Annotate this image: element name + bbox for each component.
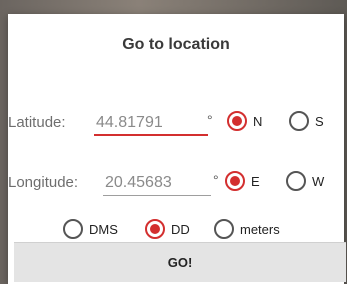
longitude-label: Longitude: xyxy=(8,174,79,191)
latitude-north-label: N xyxy=(253,113,263,129)
radio-checked-icon xyxy=(227,111,247,131)
units-dms-radio[interactable]: DMS xyxy=(63,219,118,239)
longitude-row: Longitude: 20.45683 ° E W xyxy=(8,168,344,198)
radio-unchecked-icon xyxy=(63,219,83,239)
latitude-south-radio[interactable]: S xyxy=(289,111,324,131)
longitude-east-label: E xyxy=(251,173,260,189)
go-to-location-dialog: Go to location Latitude: 44.81791 ° N S … xyxy=(8,14,346,284)
radio-unchecked-icon xyxy=(286,171,306,191)
units-dd-radio[interactable]: DD xyxy=(145,219,190,239)
longitude-input[interactable]: 20.45683 xyxy=(103,170,211,196)
radio-unchecked-icon xyxy=(214,219,234,239)
longitude-west-radio[interactable]: W xyxy=(286,171,324,191)
longitude-degree-symbol: ° xyxy=(213,172,219,188)
units-dms-label: DMS xyxy=(89,221,118,237)
radio-checked-icon xyxy=(225,171,245,191)
go-button[interactable]: GO! xyxy=(14,242,346,282)
latitude-south-label: S xyxy=(315,113,324,129)
units-meters-radio[interactable]: meters xyxy=(214,219,280,239)
longitude-west-label: W xyxy=(312,173,325,189)
latitude-label: Latitude: xyxy=(8,114,66,131)
units-dd-label: DD xyxy=(171,221,190,237)
latitude-input[interactable]: 44.81791 xyxy=(94,110,208,136)
longitude-east-radio[interactable]: E xyxy=(225,171,260,191)
latitude-degree-symbol: ° xyxy=(207,112,213,128)
latitude-row: Latitude: 44.81791 ° N S xyxy=(8,108,344,138)
dialog-title: Go to location xyxy=(122,36,230,53)
units-radio-group: DMS DD meters xyxy=(8,219,344,243)
radio-unchecked-icon xyxy=(289,111,309,131)
units-meters-label: meters xyxy=(240,221,280,237)
radio-checked-icon xyxy=(145,219,165,239)
latitude-north-radio[interactable]: N xyxy=(227,111,262,131)
